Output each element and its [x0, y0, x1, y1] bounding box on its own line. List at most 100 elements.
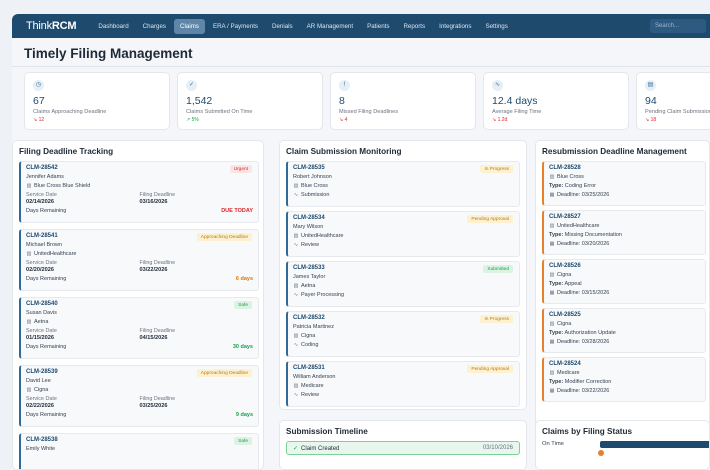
check-circle-icon: ✓ [186, 80, 197, 91]
days-remaining-label: Days Remaining [26, 208, 67, 214]
timeline-item[interactable]: ✓ Claim Created 03/10/2026 [286, 441, 520, 455]
stat-card[interactable]: ∿ 12.4 days Average Filing Time ↘ 1.2d [483, 72, 629, 130]
resubmission-card[interactable]: CLM-28524 ▥ Medicare Type: Modifier Correct… [542, 357, 706, 402]
submission-card[interactable]: CLM-28531 Pending Approval William Anderso… [286, 361, 520, 407]
submission-card[interactable]: CLM-28532 In Progress Patricia Martinez ▥ Ci… [286, 311, 520, 357]
type-line: Type: Missing Documentation [549, 232, 700, 238]
stat-value: 12.4 days [492, 95, 538, 107]
resubmission-card[interactable]: CLM-28528 ▥ Blue Cross Type: Coding Error ▦ D… [542, 161, 706, 206]
status-badge: Approaching Deadline [196, 369, 252, 377]
nav-item-settings[interactable]: Settings [479, 19, 513, 34]
deadline-card[interactable]: CLM-28540 Safe Susan Davis ▥ Aetna Service Da… [19, 297, 259, 359]
stat-label: Claims Approaching Deadline [33, 109, 107, 115]
claim-id[interactable]: CLM-28527 [549, 214, 700, 220]
deadline-card[interactable]: CLM-28542 Urgent Jennifer Adams ▥ Blue Cross… [19, 161, 259, 223]
deadline-card[interactable]: CLM-28538 Safe Emily White [19, 433, 259, 469]
top-navigation-bar: ThinkRCM Dashboard Charges Claims ERA / Pay… [12, 14, 710, 38]
activity-icon: ∿ [293, 342, 299, 348]
stat-label: Pending Claim Submission [645, 109, 710, 115]
claim-id[interactable]: CLM-28525 [549, 312, 700, 318]
stat-card[interactable]: ▤ 94 Pending Claim Submission ↘ 18 [636, 72, 710, 130]
nav-item-integrations[interactable]: Integrations [433, 19, 477, 34]
resubmission-card[interactable]: CLM-28526 ▥ Cigna Type: Appeal ▦ Deadline: 03… [542, 259, 706, 304]
app-logo[interactable]: ThinkRCM [26, 20, 77, 32]
status-row-label: On Time [542, 441, 564, 447]
page-title: Timely Filing Management [24, 46, 193, 61]
type-value: Authorization Update [564, 330, 616, 336]
deadline-card[interactable]: CLM-28541 Approaching Deadline Michael Bro… [19, 229, 259, 291]
payer-name: Blue Cross [301, 183, 328, 189]
filing-deadline-block: Filing Deadline 03/22/2026 [140, 260, 254, 273]
activity-icon: ∿ [293, 192, 299, 198]
payer-name: Aetna [301, 283, 316, 289]
calendar-icon: ▦ [549, 192, 555, 198]
calendar-icon: ▦ [549, 339, 555, 345]
deadline-card[interactable]: CLM-28539 Approaching Deadline David Lee ▥ C… [19, 365, 259, 427]
stat-label: Claims Submitted On Time [186, 109, 253, 115]
stat-label: Average Filing Time [492, 109, 542, 115]
building-icon: ▥ [293, 333, 299, 339]
payer-name: UnitedHealthcare [301, 233, 344, 239]
building-icon: ▥ [26, 319, 32, 325]
claim-id[interactable]: CLM-28528 [549, 165, 700, 171]
date-grid: Service Date 02/14/2026 Filing Deadline 03/… [26, 192, 253, 205]
patient-name: Emily White [26, 446, 56, 452]
service-date-label: Service Date [26, 328, 57, 334]
service-date-value: 02/20/2026 [26, 267, 54, 273]
stage-name: Submission [301, 192, 330, 198]
resubmission-card[interactable]: CLM-28527 ▥ UnitedHealthcare Type: Missing … [542, 210, 706, 255]
stat-card[interactable]: ! 8 Missed Filing Deadlines ↘ 4 [330, 72, 476, 130]
patient-name: Robert Johnson [293, 174, 332, 180]
nav-item-era-payments[interactable]: ERA / Payments [207, 19, 264, 34]
days-remaining-row: Days Remaining DUE TODAY [26, 208, 253, 214]
claim-id[interactable]: CLM-28524 [549, 361, 700, 367]
payer-name: UnitedHealthcare [34, 251, 77, 257]
submission-card[interactable]: CLM-28535 In Progress Robert Johnson ▥ Blue … [286, 161, 520, 207]
service-date-value: 01/15/2026 [26, 335, 54, 341]
payer-line: ▥ Blue Cross [293, 183, 514, 189]
status-badge: Pending Approval [467, 365, 513, 373]
stat-value: 94 [645, 95, 657, 107]
search-input[interactable]: Search... [650, 19, 706, 33]
type-label: Type: [549, 232, 564, 238]
nav-item-patients[interactable]: Patients [361, 19, 395, 34]
deadline-label: Deadline: [557, 290, 581, 296]
stat-label: Missed Filing Deadlines [339, 109, 399, 115]
claim-id[interactable]: CLM-28540 [26, 301, 253, 307]
stat-value: 8 [339, 95, 345, 107]
submission-card[interactable]: CLM-28533 Submitted James Taylor ▥ Aetna ∿ Pay… [286, 261, 520, 307]
building-icon: ▥ [549, 370, 555, 376]
check-circle-icon: ✓ [293, 446, 299, 452]
stat-value: 1,542 [186, 95, 213, 107]
days-remaining-value: 6 days [235, 276, 253, 282]
claim-id[interactable]: CLM-28542 [26, 165, 253, 171]
deadline-value: 03/22/2026 [581, 388, 610, 394]
payer-name: Aetna [34, 319, 49, 325]
deadline-line: ▦ Deadline: 03/22/2026 [549, 388, 700, 394]
nav-item-claims[interactable]: Claims [174, 18, 205, 34]
deadline-label: Deadline: [557, 241, 581, 247]
deadline-line: ▦ Deadline: 03/25/2026 [549, 192, 700, 198]
nav-item-charges[interactable]: Charges [137, 19, 172, 34]
stat-card[interactable]: ◷ 67 Claims Approaching Deadline ↘ 12 [24, 72, 170, 130]
payer-line: ▥ UnitedHealthcare [293, 233, 514, 239]
resubmission-card[interactable]: CLM-28525 ▥ Cigna Type: Authorization Updat… [542, 308, 706, 353]
stat-card[interactable]: ✓ 1,542 Claims Submitted On Time ↗ 5% [177, 72, 323, 130]
nav-item-reports[interactable]: Reports [397, 19, 431, 34]
nav-item-denials[interactable]: Denials [266, 19, 299, 34]
type-label: Type: [549, 183, 564, 189]
date-grid: Service Date 02/20/2026 Filing Deadline 03/… [26, 260, 253, 273]
filing-deadline-tracking-panel: Filing Deadline Tracking CLM-28542 Urgent… [12, 140, 264, 470]
nav-item-ar-management[interactable]: AR Management [301, 19, 359, 34]
claim-id[interactable]: CLM-28538 [26, 437, 253, 443]
building-icon: ▥ [26, 387, 32, 393]
stat-trend: ↘ 4 [339, 117, 348, 123]
claim-id[interactable]: CLM-28533 [293, 265, 514, 271]
claim-id[interactable]: CLM-28526 [549, 263, 700, 269]
submission-card[interactable]: CLM-28534 Pending Approval Mary Wilson ▥ Uni… [286, 211, 520, 257]
stage-line: ∿ Review [293, 242, 514, 248]
calendar-icon: ▦ [549, 290, 555, 296]
filing-deadline-block: Filing Deadline 04/15/2026 [140, 328, 254, 341]
service-date-value: 02/14/2026 [26, 199, 54, 205]
nav-item-dashboard[interactable]: Dashboard [92, 19, 134, 34]
